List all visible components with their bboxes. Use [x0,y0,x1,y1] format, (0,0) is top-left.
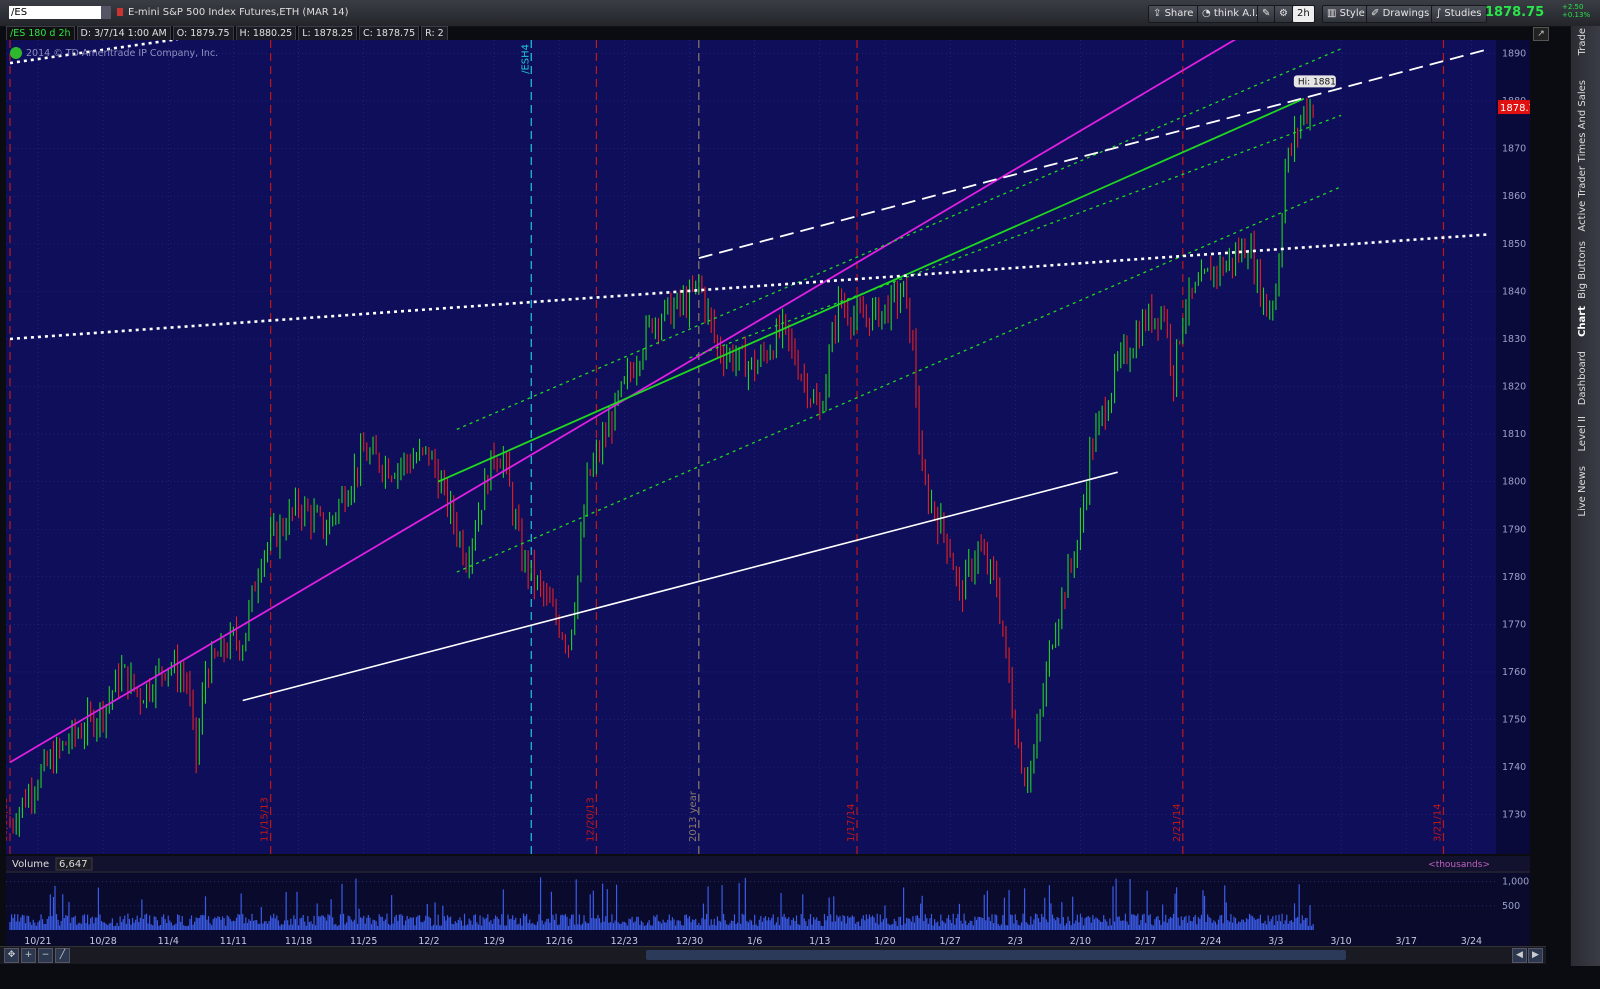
sidebar-tab-chart[interactable]: Chart [1577,306,1595,337]
chart-background [6,40,1530,854]
y-tick-label: 1840 [1502,286,1526,297]
right-sidebar: Trade Times And Sales Active Trader Big But… [1570,26,1600,966]
price-axis-strip [1496,40,1530,854]
share-button[interactable]: ⇪ Share [1148,5,1199,23]
y-tick-label: 1750 [1502,715,1526,726]
sidebar-tab-times-and-sales[interactable]: Times And Sales [1577,80,1595,162]
top-toolbar: /ES E-mini S&P 500 Index Futures,ETH (MA… [0,0,1600,27]
watermark-text: 2014 © TD Ameritrade IP Company, Inc. [26,48,218,59]
think-ai-label: think A.I. [1213,8,1259,19]
y-tick-label: 1830 [1502,334,1526,345]
bar-close: C: 1878.75 [359,26,420,41]
y-tick-label: 1860 [1502,191,1526,202]
sidebar-tab-active-trader[interactable]: Active Trader [1577,166,1595,232]
instrument-description: E-mini S&P 500 Index Futures,ETH (MAR 14… [128,7,349,18]
symbol-dropdown-button[interactable] [101,6,111,19]
scroll-left-icon[interactable]: ◀ [1512,948,1527,963]
sidebar-tab-trade[interactable]: Trade [1577,28,1595,55]
y-tick-label: 1740 [1502,762,1526,773]
last-price: 1878.75 [1485,5,1545,20]
bar-high: H: 1880.25 [235,26,297,41]
studies-label: Studies [1444,8,1482,19]
scroll-right-icon[interactable]: ▶ [1528,948,1543,963]
symbol-input[interactable]: /ES [9,6,101,19]
drawings-label: Drawings [1382,8,1430,19]
y-tick-label: 1890 [1502,49,1526,60]
y-tick-label: 1760 [1502,667,1526,678]
bar-open: O: 1879.75 [172,26,234,41]
y-tick-label: 1780 [1502,572,1526,583]
think-ai-button[interactable]: ◔ think A.I. [1197,5,1264,23]
y-tick-label: 1870 [1502,144,1526,155]
style-button[interactable]: ▥ Style [1322,5,1370,23]
sidebar-tab-dashboard[interactable]: Dashboard [1577,351,1595,405]
pan-icon[interactable]: ✥ [4,948,19,963]
time-scrollbar[interactable] [0,946,1546,964]
y-tick-label: 1850 [1502,239,1526,250]
y-tick-label: 1730 [1502,810,1526,821]
aggregation-button[interactable]: 2h [1292,5,1315,23]
volume-header [6,856,1530,871]
info-icon [10,47,22,59]
change-value: +2.50 [1562,3,1584,11]
sidebar-tab-level-ii[interactable]: Level II [1577,416,1595,451]
volume-tick-label: 1,000 [1502,877,1529,888]
wrench-icon[interactable]: ⚙ [1274,5,1293,23]
price-change: +2.50 +0.13% [1562,3,1590,19]
share-label: Share [1164,8,1194,19]
vertical-marker-label: 1/17/14 [846,803,857,842]
volume-tick-label: 500 [1502,901,1520,912]
volume-units: <thousands> [1428,860,1490,870]
aggregation-label: 2h [1297,8,1310,19]
vertical-marker-label: 2/21/14 [1172,803,1183,842]
style-label: Style [1339,8,1365,19]
last-price-tag-label: 1878.75 [1500,103,1530,114]
volume-chart[interactable]: Volume 6,647 <thousands>1,00050010/21 10/28… [6,856,1530,948]
y-tick-label: 1810 [1502,429,1526,440]
sidebar-tab-big-buttons[interactable]: Big Buttons [1577,241,1595,299]
volume-label: Volume [12,859,49,870]
chart-info-bar: /ES 180 d 2h D: 3/7/14 1:00 AM O: 1879.7… [6,26,448,41]
vertical-marker-label: 2013 year [688,790,699,842]
vertical-marker-label: 3/21/14 [1432,803,1443,842]
zoom-out-icon[interactable]: − [38,948,53,963]
y-tick-label: 1800 [1502,477,1526,488]
description-icon [117,8,123,16]
sidebar-tab-live-news[interactable]: Live News [1577,466,1595,517]
vertical-marker-label: 10/18/13 [6,797,10,842]
drawings-button[interactable]: ✐ Drawings [1366,5,1435,23]
bar-range: R: 2 [421,26,448,41]
chart-symbol-period[interactable]: /ES 180 d 2h [6,26,75,41]
bar-date: D: 3/7/14 1:00 AM [76,26,171,41]
vertical-marker-label: 11/15/13 [260,797,271,842]
price-chart[interactable]: 1730 1740 1750 1760 1770 1780 1790 1800 1810 1820… [6,40,1530,854]
y-tick-label: 1790 [1502,524,1526,535]
high-label: Hi: 1881 [1298,77,1336,87]
zoom-in-icon[interactable]: + [21,948,36,963]
bar-low: L: 1878.25 [298,26,358,41]
y-tick-label: 1820 [1502,382,1526,393]
change-percent: +0.13% [1562,11,1591,19]
y-tick-label: 1770 [1502,619,1526,630]
draw-line-icon[interactable]: ╱ [55,948,70,963]
vertical-marker-label: 12/20/13 [585,797,596,842]
settings-icon[interactable]: ✎ [1257,5,1276,23]
studies-button[interactable]: ∫ Studies [1431,5,1487,23]
scrollbar-thumb[interactable] [646,950,1346,960]
vertical-marker-label: /ESH4 [520,44,531,74]
chart-settings-icon[interactable]: ↗ [1533,27,1549,41]
volume-value: 6,647 [59,859,88,870]
